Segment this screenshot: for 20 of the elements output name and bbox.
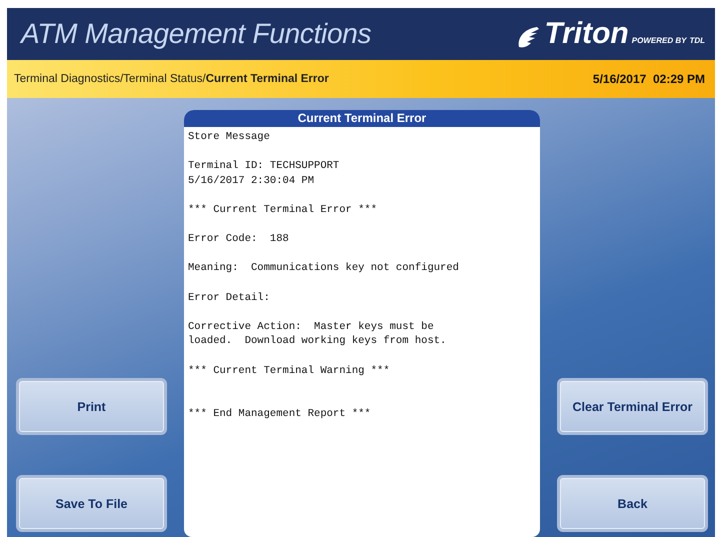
- date-time: 5/16/2017 02:29 PM: [592, 72, 705, 86]
- report-text: Terminal ID: TECHSUPPORT 5/16/2017 2:30:04 PM: [188, 159, 340, 188]
- back-button[interactable]: Back: [557, 475, 708, 532]
- panel-title: Current Terminal Error: [184, 110, 540, 127]
- logo-wordmark: Triton: [544, 19, 629, 49]
- print-button[interactable]: Print: [16, 378, 167, 435]
- report-text: *** Current Terminal Warning ***: [188, 364, 391, 378]
- report-text: Meaning: Communications key not configured: [188, 261, 460, 276]
- report-text: Corrective Action: Master keys must be loaded. Download working keys from host.: [188, 320, 448, 349]
- report-text: *** Current Terminal Error ***: [188, 202, 378, 218]
- screen-title: ATM Management Functions: [21, 18, 372, 50]
- save-button[interactable]: Save To File: [16, 475, 167, 532]
- breadcrumb: Terminal Diagnostics/Terminal Status/Current Terminal Error: [14, 73, 329, 85]
- report-text: Error Code: 188: [188, 232, 290, 247]
- logo-tagline: POWERED BY: [632, 36, 686, 45]
- clear-error-button[interactable]: Clear Terminal Error: [557, 378, 708, 435]
- report-text: Error Detail:: [188, 290, 271, 306]
- report-text: *** End Management Report ***: [188, 407, 372, 422]
- report-text: Store Message: [188, 130, 271, 145]
- logo-tagline-brand: TDL: [689, 36, 705, 45]
